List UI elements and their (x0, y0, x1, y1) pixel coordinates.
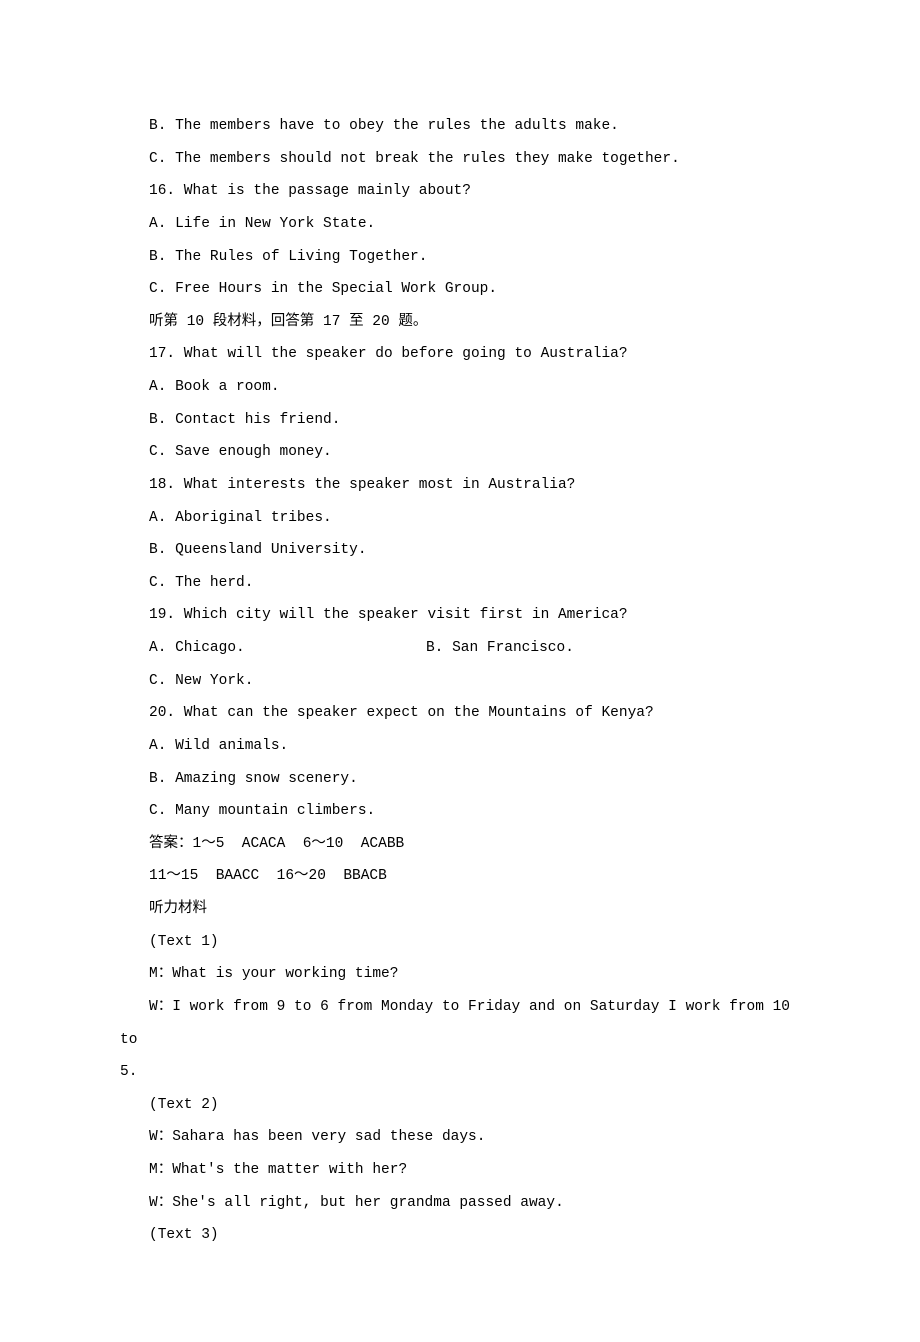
text-line: B. Amazing snow scenery. (120, 763, 800, 796)
text-line: (Text 1) (120, 926, 800, 959)
text-line: C. Save enough money. (120, 436, 800, 469)
text-line: C. The members should not break the rule… (120, 143, 800, 176)
text-line: M：What's the matter with her? (120, 1154, 800, 1187)
text-line: 听第 10 段材料，回答第 17 至 20 题。 (120, 306, 800, 339)
option-left: A. Chicago. (149, 640, 245, 656)
text-line: B. The members have to obey the rules th… (120, 110, 800, 143)
text-line: 答案：1～5 ACACA 6～10 ACABB (120, 828, 800, 861)
text-line: B. Queensland University. (120, 534, 800, 567)
text-line: C. New York. (120, 665, 800, 698)
text-line: 5. (120, 1056, 800, 1089)
text-line: 18. What interests the speaker most in A… (120, 469, 800, 502)
text-line: 11～15 BAACC 16～20 BBACB (120, 860, 800, 893)
text-line: 17. What will the speaker do before goin… (120, 338, 800, 371)
text-line: A. Life in New York State. (120, 208, 800, 241)
text-line: B. Contact his friend. (120, 404, 800, 437)
text-line: 20. What can the speaker expect on the M… (120, 697, 800, 730)
text-line: C. The herd. (120, 567, 800, 600)
text-line: A. Chicago. B. San Francisco. (120, 632, 800, 665)
text-line: 听力材料 (120, 893, 800, 926)
page: B. The members have to obey the rules th… (0, 0, 920, 1342)
text-line: 16. What is the passage mainly about? (120, 175, 800, 208)
text-line: M：What is your working time? (120, 958, 800, 991)
text-line: W：Sahara has been very sad these days. (120, 1121, 800, 1154)
text-line: A. Book a room. (120, 371, 800, 404)
text-line: (Text 3) (120, 1219, 800, 1252)
text-line: A. Aboriginal tribes. (120, 502, 800, 535)
text-line: W：I work from 9 to 6 from Monday to Frid… (120, 991, 800, 1056)
text-line: B. The Rules of Living Together. (120, 241, 800, 274)
text-line: C. Free Hours in the Special Work Group. (120, 273, 800, 306)
text-line: (Text 2) (120, 1089, 800, 1122)
text-line: A. Wild animals. (120, 730, 800, 763)
text-line: C. Many mountain climbers. (120, 795, 800, 828)
text-line: 19. Which city will the speaker visit fi… (120, 599, 800, 632)
text-line: W：She's all right, but her grandma passe… (120, 1187, 800, 1220)
option-right: B. San Francisco. (426, 640, 574, 656)
